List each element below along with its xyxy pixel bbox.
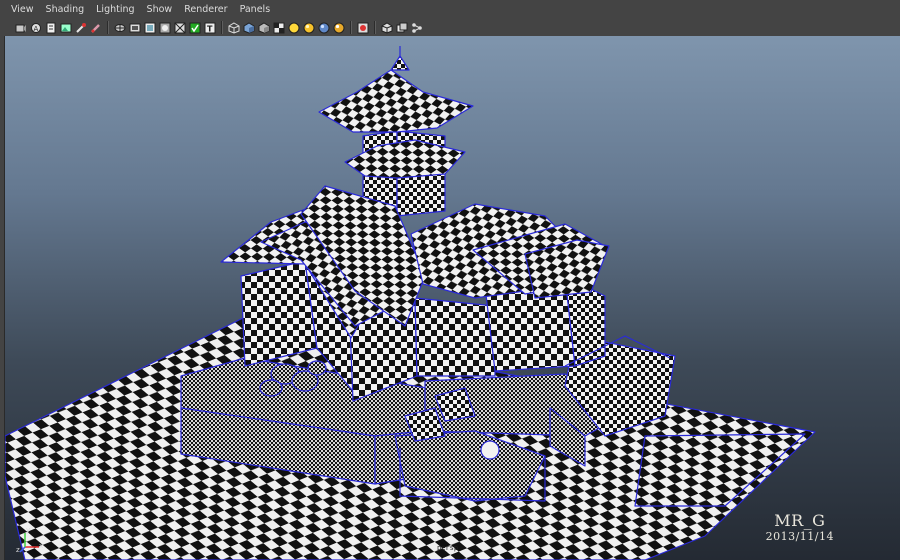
svg-text:A: A (33, 25, 38, 33)
default-lighting-icon[interactable] (302, 21, 315, 34)
checker-textured-pagoda-model (5, 46, 816, 560)
safe-title-icon[interactable]: T (203, 21, 216, 34)
camera-name-label: persp (437, 544, 459, 552)
svg-text:T: T (207, 24, 213, 33)
camera-attributes-icon[interactable]: A (29, 21, 42, 34)
shuffle-icon[interactable] (410, 21, 423, 34)
menu-renderer[interactable]: Renderer (178, 0, 233, 19)
toolbar-separator (374, 21, 376, 34)
gate-mask-icon[interactable] (158, 21, 171, 34)
bookmarks-icon[interactable] (44, 21, 57, 34)
isolate-select-icon[interactable] (356, 21, 369, 34)
menu-lighting[interactable]: Lighting (90, 0, 140, 19)
toolbar-separator (107, 21, 109, 34)
camera-select-icon[interactable] (14, 21, 27, 34)
menu-panels[interactable]: Panels (234, 0, 277, 19)
safe-action-icon[interactable] (188, 21, 201, 34)
menu-shading[interactable]: Shading (40, 0, 91, 19)
shadows-icon[interactable] (332, 21, 345, 34)
toolbar-separator (350, 21, 352, 34)
menu-view[interactable]: View (0, 0, 40, 19)
use-default-material-icon[interactable] (257, 21, 270, 34)
panel-toolbar: A T (0, 19, 900, 36)
grid-icon[interactable] (113, 21, 126, 34)
menu-show[interactable]: Show (141, 0, 179, 19)
image-plane-icon[interactable] (59, 21, 72, 34)
axis-y-label: y (26, 526, 31, 534)
smooth-shade-icon[interactable] (242, 21, 255, 34)
view-axis-indicator: x y z (16, 525, 47, 555)
xray-icon[interactable] (287, 21, 300, 34)
panel-menu-bar: View Shading Lighting Show Renderer Pane… (0, 0, 900, 19)
grease-pencil-icon[interactable] (89, 21, 102, 34)
watermark-name: MR_G (774, 511, 826, 530)
wireframe-icon[interactable] (227, 21, 240, 34)
axis-z-label: z (16, 546, 20, 554)
perspective-viewport[interactable]: x y z persp MR_G 2013/11/14 (4, 36, 900, 560)
watermark: MR_G 2013/11/14 (766, 512, 834, 544)
all-lights-icon[interactable] (317, 21, 330, 34)
maya-viewport-panel: View Shading Lighting Show Renderer Pane… (0, 0, 900, 560)
axis-gizmo-icon (19, 533, 39, 553)
film-gate-icon[interactable] (128, 21, 141, 34)
watermark-date: 2013/11/14 (765, 530, 834, 543)
2d-pan-zoom-icon[interactable] (74, 21, 87, 34)
texture-display-icon[interactable] (395, 21, 408, 34)
resolution-gate-icon[interactable] (143, 21, 156, 34)
wireframe-on-shaded-icon[interactable] (272, 21, 285, 34)
axis-x-label: x (39, 542, 44, 550)
toolbar-separator (221, 21, 223, 34)
isolate-view-icon[interactable] (380, 21, 393, 34)
field-chart-icon[interactable] (173, 21, 186, 34)
